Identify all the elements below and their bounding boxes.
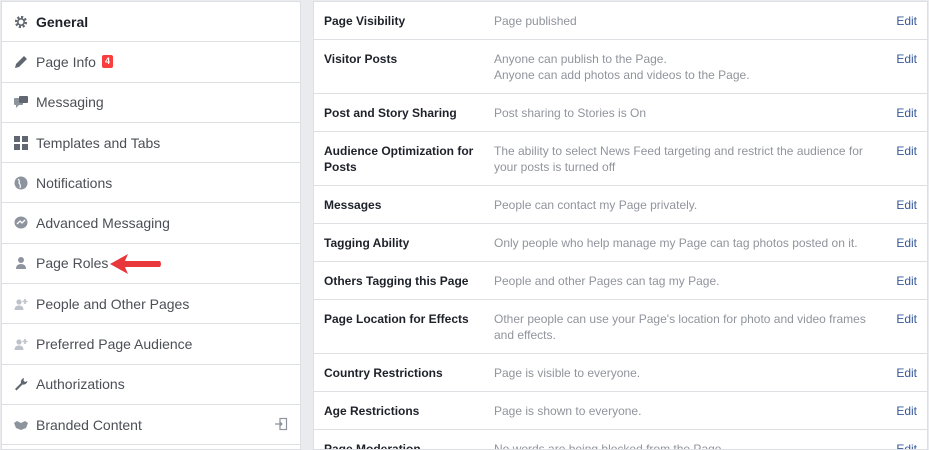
setting-value-line: Other people can use your Page's locatio… (494, 312, 866, 326)
sidebar-item-people-and-other-pages[interactable]: People and Other Pages (2, 284, 300, 325)
sidebar-item-label: Advanced Messaging (36, 215, 170, 232)
setting-value: Page published (494, 13, 881, 29)
setting-value: Page is visible to everyone. (494, 365, 881, 381)
edit-link[interactable]: Edit (881, 365, 917, 381)
edit-link[interactable]: Edit (881, 235, 917, 251)
setting-label: Messages (324, 198, 382, 212)
setting-label: Country Restrictions (324, 366, 443, 380)
setting-value: No words are being blocked from the Page… (494, 441, 881, 450)
sidebar-item-label: General (36, 13, 89, 30)
sidebar-item-templates-and-tabs[interactable]: Templates and Tabs (2, 123, 300, 164)
sidebar-item-label: People and Other Pages (36, 295, 190, 312)
sidebar-item-label: Page Roles (36, 255, 109, 272)
setting-value-line: Post sharing to Stories is On (494, 106, 647, 120)
edit-link[interactable]: Edit (881, 13, 917, 29)
edit-link[interactable]: Edit (881, 273, 917, 289)
sidebar-item-label: Page Info (36, 53, 96, 70)
setting-label: Page Visibility (324, 14, 406, 28)
setting-value-line: Page is shown to everyone. (494, 404, 642, 418)
setting-row-others-tagging-this-page: Others Tagging this Page People and other… (314, 262, 927, 300)
edit-link[interactable]: Edit (881, 105, 917, 121)
setting-label: Others Tagging this Page (324, 274, 469, 288)
setting-value-line: Page is visible to everyone. (494, 366, 641, 380)
sidebar-item-label: Authorizations (36, 376, 125, 393)
external-link-icon[interactable] (274, 417, 288, 431)
edit-link[interactable]: Edit (881, 403, 917, 419)
setting-label: Visitor Posts (324, 52, 398, 66)
setting-row-post-and-story-sharing: Post and Story Sharing Post sharing to St… (314, 94, 927, 132)
setting-row-page-location-for-effects: Page Location for Effects Other people ca… (314, 300, 927, 354)
setting-row-country-restrictions: Country Restrictions Page is visible to e… (314, 354, 927, 392)
setting-value-line: No words are being blocked from the Page… (494, 442, 725, 450)
person-icon (13, 255, 29, 271)
setting-label: Tagging Ability (324, 236, 410, 250)
sidebar-item-notifications[interactable]: Notifications (2, 163, 300, 204)
setting-row-page-visibility: Page Visibility Page published Edit (314, 2, 927, 40)
sidebar-item-authorizations[interactable]: Authorizations (2, 365, 300, 405)
setting-value: Only people who help manage my Page can … (494, 235, 881, 251)
wrench-icon (13, 376, 29, 392)
setting-value-line: Anyone can add photos and videos to the … (494, 68, 750, 82)
sidebar-item-page-info[interactable]: Page Info 4 (2, 42, 300, 83)
setting-label: Age Restrictions (324, 404, 420, 418)
edit-link[interactable]: Edit (881, 197, 917, 213)
sidebar-item-label: Preferred Page Audience (36, 336, 193, 353)
sidebar-item-messaging[interactable]: Messaging (2, 83, 300, 123)
setting-value: Other people can use your Page's locatio… (494, 311, 881, 343)
setting-value-line: The ability to select News Feed targetin… (494, 144, 863, 158)
handshake-icon (13, 417, 29, 433)
edit-link[interactable]: Edit (881, 143, 917, 175)
gear-icon (13, 14, 29, 30)
sidebar-item-advanced-messaging[interactable]: Advanced Messaging (2, 203, 300, 244)
red-arrow-annotation (110, 254, 161, 274)
setting-label: Page Location for Effects (324, 312, 469, 326)
setting-label: Audience Optimization for Posts (324, 144, 474, 174)
edit-link[interactable]: Edit (881, 441, 917, 449)
edit-link[interactable]: Edit (881, 51, 917, 83)
sidebar-item-label: Notifications (36, 174, 113, 191)
setting-value-line: People and other Pages can tag my Page. (494, 274, 720, 288)
setting-value-line: Only people who help manage my Page can … (494, 236, 858, 250)
setting-value: The ability to select News Feed targetin… (494, 143, 881, 175)
sidebar-item-label: Templates and Tabs (36, 134, 161, 151)
setting-value: People and other Pages can tag my Page. (494, 273, 881, 289)
setting-value-line: People can contact my Page privately. (494, 198, 698, 212)
setting-value: Page is shown to everyone. (494, 403, 881, 419)
setting-row-page-moderation: Page Moderation No words are being blocke… (314, 430, 927, 450)
sidebar-item-label: Branded Content (36, 416, 142, 433)
setting-row-tagging-ability: Tagging Ability Only people who help mana… (314, 224, 927, 262)
add-person-icon (13, 336, 29, 352)
settings-sidebar: General Page Info 4 Messaging Templates and … (1, 1, 301, 450)
sidebar-item-branded-content[interactable]: Branded Content (2, 405, 300, 446)
setting-value-line: and effects. (494, 328, 556, 342)
messenger-icon (13, 215, 29, 231)
sidebar-item-preferred-page-audience[interactable]: Preferred Page Audience (2, 324, 300, 365)
sidebar-item-general[interactable]: General (2, 2, 300, 43)
grid-icon (13, 135, 29, 151)
globe-icon (13, 175, 29, 191)
sidebar-item-label: Messaging (36, 94, 104, 111)
setting-value-line: Anyone can publish to the Page. (494, 52, 667, 66)
setting-row-age-restrictions: Age Restrictions Page is shown to everyon… (314, 392, 927, 430)
notification-badge: 4 (101, 55, 113, 69)
setting-row-audience-optimization-for-posts: Audience Optimization for Posts The abili… (314, 132, 927, 186)
setting-value: Post sharing to Stories is On (494, 105, 881, 121)
setting-value: Anyone can publish to the Page. Anyone ca… (494, 51, 881, 83)
edit-link[interactable]: Edit (881, 311, 917, 343)
setting-label: Post and Story Sharing (324, 106, 457, 120)
pencil-icon (13, 54, 29, 70)
setting-label: Page Moderation (324, 442, 421, 450)
setting-row-visitor-posts: Visitor Posts Anyone can publish to the P… (314, 40, 927, 94)
setting-value: People can contact my Page privately. (494, 197, 881, 213)
setting-value-line: Page published (494, 14, 577, 28)
setting-value-line: your posts is turned off (494, 160, 616, 174)
setting-row-messages: Messages People can contact my Page priva… (314, 186, 927, 224)
add-person-icon (13, 296, 29, 312)
chat-bubbles-icon (13, 94, 29, 110)
general-settings-panel: Page Visibility Page published Edit Visitor… (313, 1, 928, 450)
